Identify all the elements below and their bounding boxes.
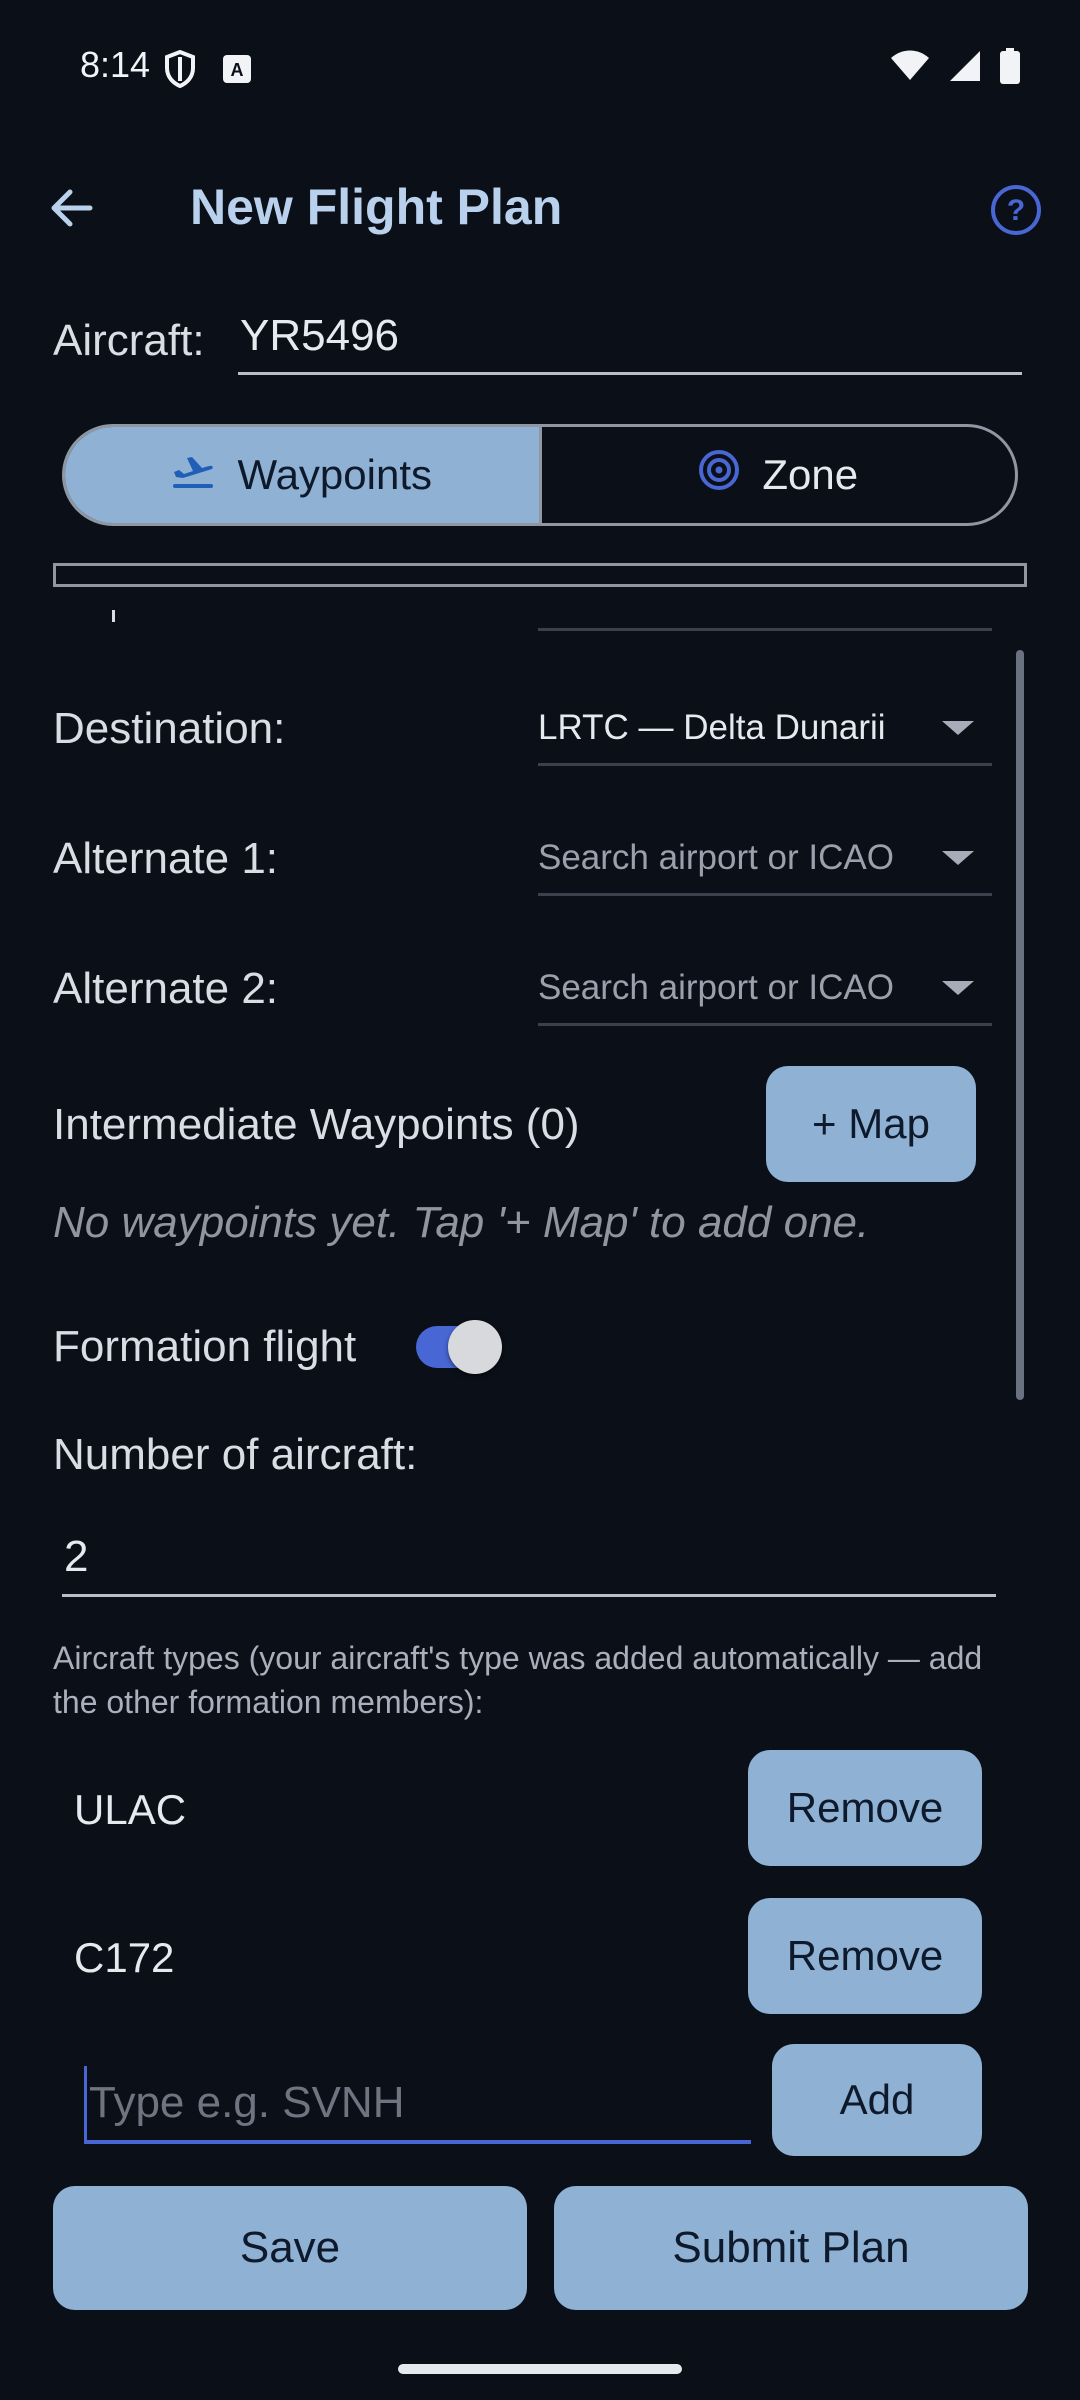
svg-text:A: A bbox=[231, 60, 244, 80]
radar-icon bbox=[698, 449, 740, 501]
add-map-waypoint-button[interactable]: + Map bbox=[766, 1066, 976, 1182]
shield-icon bbox=[164, 49, 196, 89]
alternate1-placeholder: Search airport or ICAO bbox=[538, 837, 894, 877]
chevron-down-icon bbox=[942, 720, 974, 735]
page-title: New Flight Plan bbox=[190, 179, 563, 235]
chevron-down-icon bbox=[942, 980, 974, 995]
airplane-takeoff-icon bbox=[171, 450, 215, 500]
submit-plan-button[interactable]: Submit Plan bbox=[554, 2186, 1028, 2310]
chevron-down-icon bbox=[942, 850, 974, 865]
alternate2-placeholder: Search airport or ICAO bbox=[538, 967, 894, 1007]
help-icon[interactable]: ? bbox=[990, 184, 1042, 236]
aircraft-count-label: Number of aircraft: bbox=[53, 1430, 418, 1479]
aircraft-count-input[interactable] bbox=[62, 1520, 996, 1597]
aircraft-type-input[interactable] bbox=[84, 2066, 751, 2144]
clipped-text-fragment bbox=[112, 610, 115, 622]
keyboard-a-icon: A bbox=[222, 54, 252, 84]
alternate2-dropdown[interactable]: Search airport or ICAO bbox=[538, 952, 992, 1026]
alternate1-label: Alternate 1: bbox=[53, 834, 279, 883]
waypoints-title: Intermediate Waypoints (0) bbox=[53, 1100, 580, 1149]
destination-value: LRTC — Delta Dunarii bbox=[538, 707, 886, 747]
wifi-icon bbox=[890, 50, 930, 87]
alternate1-dropdown[interactable]: Search airport or ICAO bbox=[538, 822, 992, 896]
battery-icon bbox=[1000, 48, 1020, 89]
signal-icon bbox=[948, 49, 982, 88]
save-button[interactable]: Save bbox=[53, 2186, 527, 2310]
add-aircraft-type-button[interactable]: Add bbox=[772, 2044, 982, 2156]
tab-zone[interactable]: Zone bbox=[542, 427, 1016, 523]
clipped-field-underline bbox=[538, 628, 992, 631]
aircraft-types-note: Aircraft types (your aircraft's type was… bbox=[53, 1640, 983, 1720]
home-indicator[interactable] bbox=[398, 2364, 682, 2374]
tab-zone-label: Zone bbox=[762, 451, 859, 498]
formation-toggle-thumb[interactable] bbox=[448, 1320, 502, 1374]
destination-label: Destination: bbox=[53, 704, 286, 753]
aircraft-input[interactable] bbox=[238, 300, 1022, 375]
status-icons bbox=[890, 48, 1020, 89]
aircraft-label: Aircraft: bbox=[53, 316, 205, 365]
aircraft-type-name: C172 bbox=[74, 1934, 175, 1981]
waypoints-empty-hint: No waypoints yet. Tap '+ Map' to add one… bbox=[53, 1198, 870, 1247]
remove-aircraft-type-button[interactable]: Remove bbox=[748, 1898, 982, 2014]
svg-text:?: ? bbox=[1007, 194, 1025, 227]
formation-label: Formation flight bbox=[53, 1322, 357, 1371]
destination-dropdown[interactable]: LRTC — Delta Dunarii bbox=[538, 692, 992, 766]
back-arrow-icon[interactable] bbox=[44, 180, 100, 236]
tab-waypoints-label: Waypoints bbox=[237, 451, 433, 498]
tab-waypoints[interactable]: Waypoints bbox=[65, 427, 542, 523]
mode-segmented-control: Waypoints Zone bbox=[62, 424, 1018, 526]
aircraft-type-name: ULAC bbox=[74, 1786, 187, 1833]
status-time: 8:14 bbox=[80, 44, 151, 85]
map-frame bbox=[53, 563, 1027, 587]
scrollbar[interactable] bbox=[1016, 650, 1024, 1400]
remove-aircraft-type-button[interactable]: Remove bbox=[748, 1750, 982, 1866]
alternate2-label: Alternate 2: bbox=[53, 964, 279, 1013]
